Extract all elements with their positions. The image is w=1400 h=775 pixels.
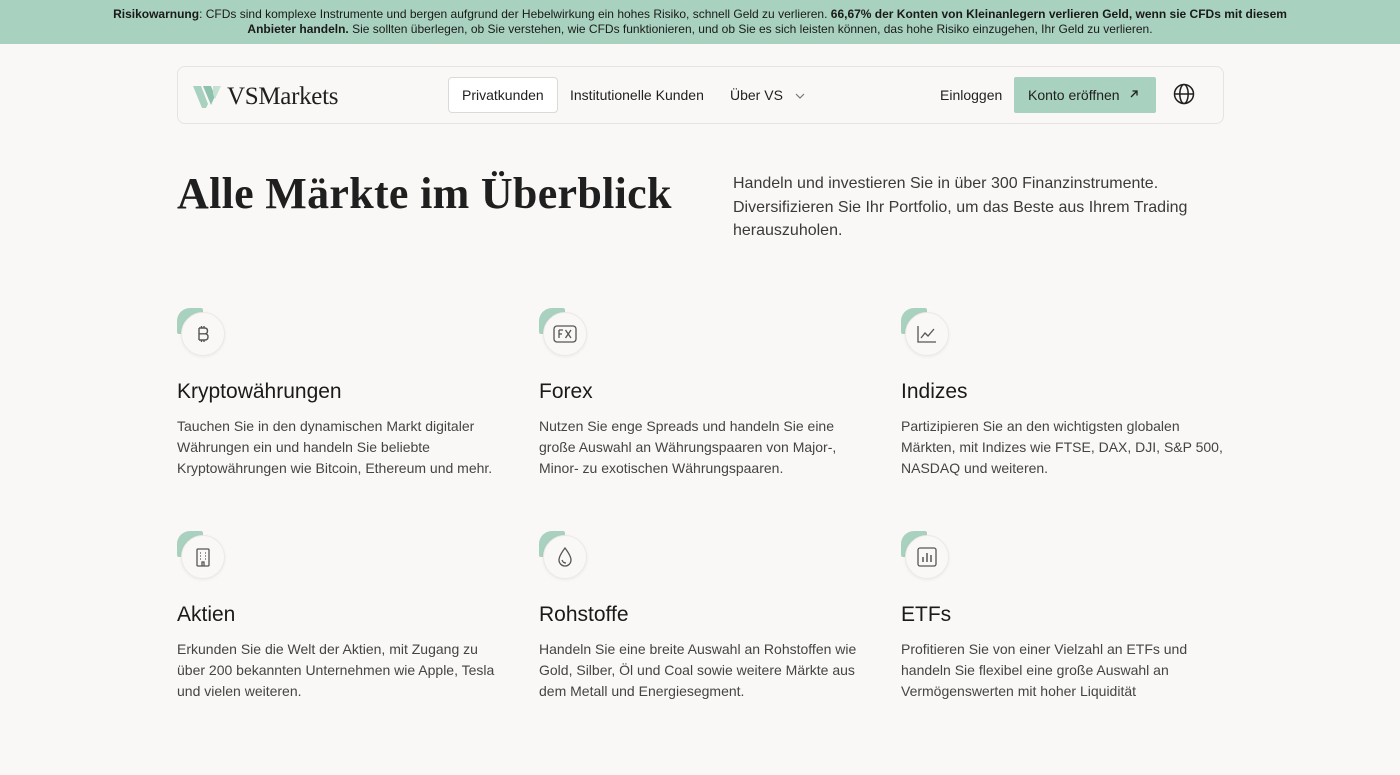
nav-institutionelle-kunden[interactable]: Institutionelle Kunden [557,77,717,113]
risk-warning-text: : CFDs sind komplexe Instrumente und ber… [199,7,831,21]
market-text-stocks: Erkunden Sie die Welt der Aktien, mit Zu… [177,641,495,699]
nav-ueber-vs-label: Über VS [730,87,783,103]
open-account-button[interactable]: Konto eröffnen [1014,77,1156,113]
market-text-etfs: Profitieren Sie von einer Vielzahl an ET… [901,641,1188,699]
market-icon-badge [901,531,951,581]
market-title-stocks: Aktien [177,603,236,626]
page-description: Handeln und investieren Sie in über 300 … [733,175,1188,239]
open-account-label: Konto eröffnen [1028,87,1120,103]
fx-icon [553,325,577,343]
market-title-forex: Forex [539,380,593,403]
market-icon-badge [177,531,227,581]
nav-privatkunden-label: Privatkunden [462,87,544,103]
market-title-commodities: Rohstoffe [539,603,629,626]
logo-text: VSMarkets [227,83,339,110]
nav-institutionelle-kunden-label: Institutionelle Kunden [570,87,704,103]
market-icon-badge [539,531,589,581]
globe-icon[interactable] [1173,83,1195,105]
main-navigation: VSMarkets Privatkunden Institutionelle K… [177,66,1224,124]
bitcoin-icon [198,326,209,342]
market-title-crypto: Kryptowährungen [177,380,342,403]
logo-mark-icon [193,86,221,108]
chevron-down-icon [795,93,805,100]
market-icon-badge [539,308,589,358]
market-title-indices: Indizes [901,380,968,403]
market-card-commodities[interactable]: Rohstoffe Handeln Sie eine breite Auswah… [539,531,869,699]
nav-privatkunden[interactable]: Privatkunden [448,77,558,113]
market-card-forex[interactable]: Forex Nutzen Sie enge Spreads und handel… [539,308,869,476]
risk-warning-banner: Risikowarnung: CFDs sind komplexe Instru… [0,0,1400,44]
market-card-etfs[interactable]: ETFs Profitieren Sie von einer Vielzahl … [901,531,1231,699]
market-text-indices: Partizipieren Sie an den wichtigsten glo… [901,418,1223,476]
page-title: Alle Märkte im Überblick [177,169,672,218]
market-text-forex: Nutzen Sie enge Spreads und handeln Sie … [539,418,837,476]
market-card-crypto[interactable]: Kryptowährungen Tauchen Sie in den dynam… [177,308,507,476]
market-text-crypto: Tauchen Sie in den dynamischen Markt dig… [177,418,493,476]
risk-warning-label: Risikowarnung [113,7,200,21]
market-text-commodities: Handeln Sie eine breite Auswahl an Rohst… [539,641,857,699]
building-icon [196,548,210,567]
arrow-up-right-icon [1130,90,1138,98]
market-icon-badge [177,308,227,358]
nav-ueber-vs[interactable]: Über VS [717,77,818,113]
drop-icon [558,546,572,567]
market-icon-badge [901,308,951,358]
risk-warning-advice: Sie sollten überlegen, ob Sie verstehen,… [348,21,1153,36]
line-chart-icon [917,326,936,343]
vsmarkets-logo[interactable]: VSMarkets [193,83,338,111]
market-card-indices[interactable]: Indizes Partizipieren Sie an den wichtig… [901,308,1231,476]
market-card-stocks[interactable]: Aktien Erkunden Sie die Welt der Aktien,… [177,531,507,699]
bar-chart-icon [917,547,937,567]
login-link[interactable]: Einloggen [940,77,1002,113]
market-title-etfs: ETFs [901,603,952,626]
